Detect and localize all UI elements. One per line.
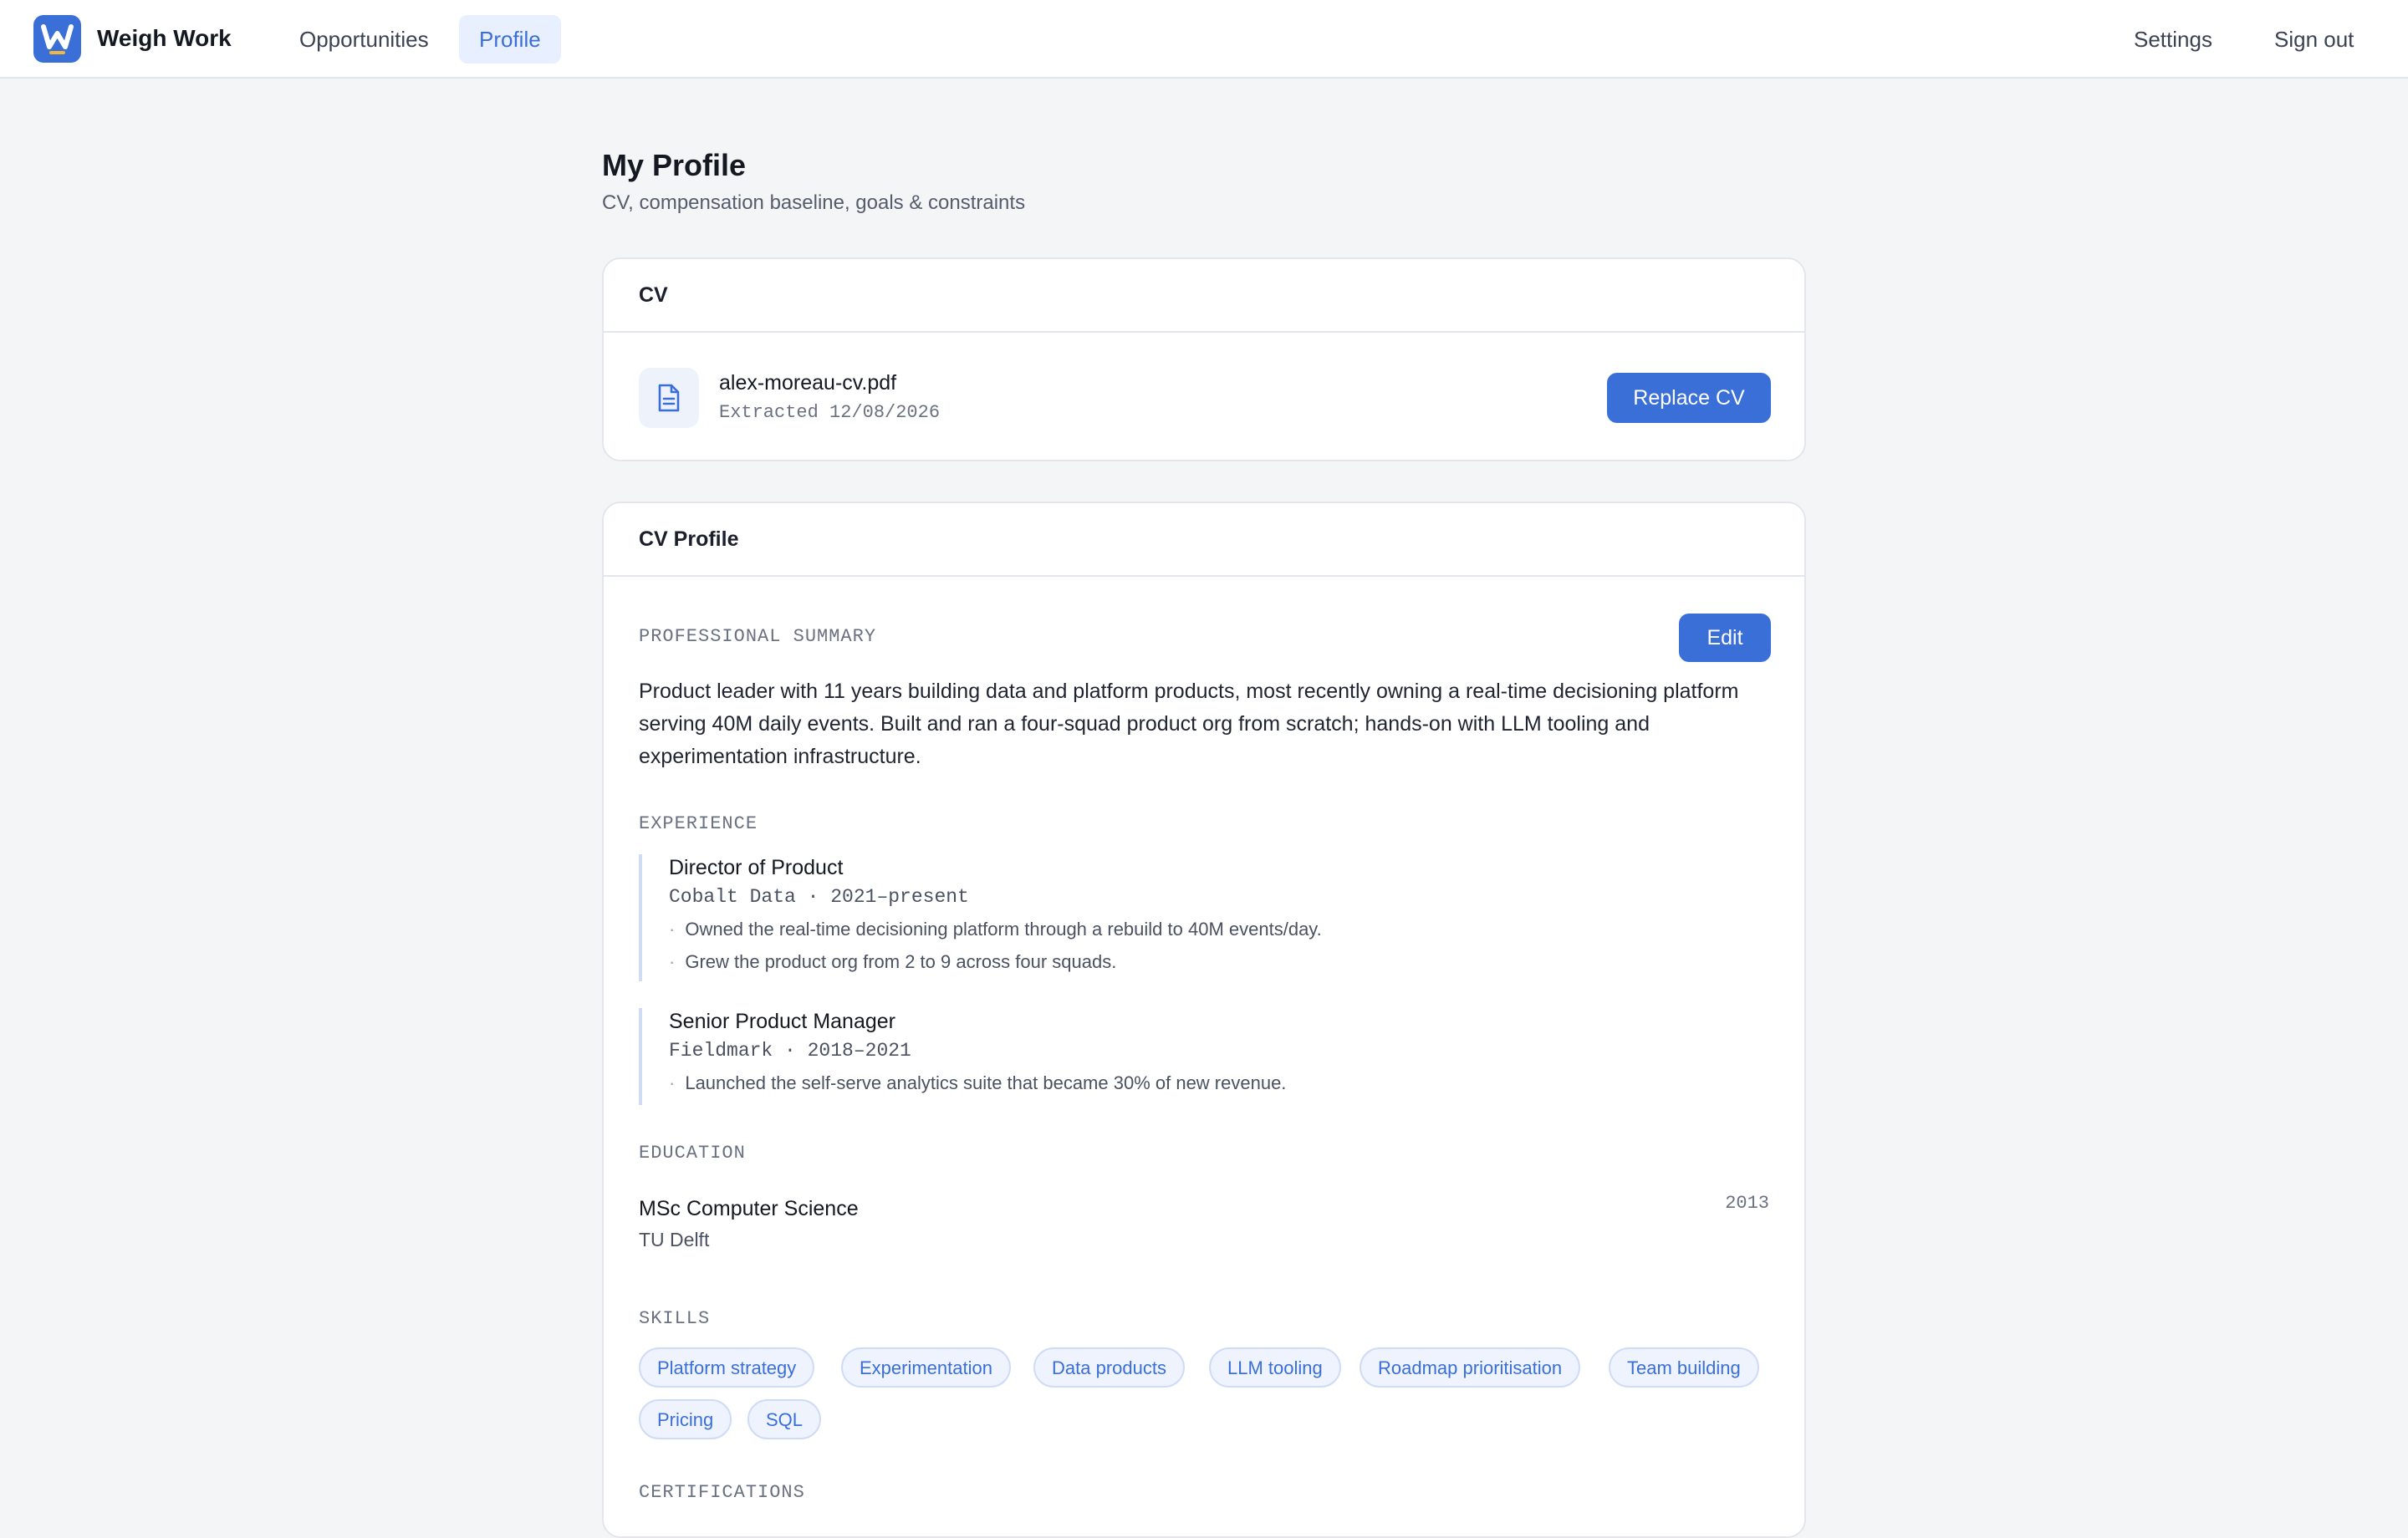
skill-chip[interactable]: LLM tooling: [1209, 1347, 1341, 1388]
skill-chip[interactable]: Experimentation: [841, 1347, 1011, 1388]
education-label: EDUCATION: [639, 1143, 746, 1164]
cv-card: CV alex-moreau-cv.pdf Extracted 12/08/20…: [602, 257, 1806, 461]
cv-card-title: CV: [604, 259, 1804, 333]
experience-company-dates: Cobalt Data · 2021–present: [669, 886, 969, 908]
experience-item: Director of Product Cobalt Data · 2021–p…: [639, 854, 1776, 981]
education-school: TU Delft: [639, 1229, 710, 1250]
experience-role: Senior Product Manager: [669, 1010, 895, 1033]
experience-label: EXPERIENCE: [639, 813, 758, 834]
cv-extracted-date: Extracted 12/08/2026: [719, 402, 941, 423]
cv-profile-card: CV Profile PROFESSIONAL SUMMARY Edit Pro…: [602, 502, 1806, 1538]
skill-chip[interactable]: Team building: [1609, 1347, 1759, 1388]
professional-summary-text: Product leader with 11 years building da…: [639, 680, 1739, 768]
skill-chip[interactable]: Roadmap prioritisation: [1360, 1347, 1581, 1388]
settings-link[interactable]: Settings: [2134, 15, 2212, 64]
brand-name[interactable]: Weigh Work: [97, 23, 232, 53]
cv-profile-title: CV Profile: [604, 503, 1804, 577]
skills-label: SKILLS: [639, 1308, 711, 1329]
experience-bullet: · Owned the real-time decisioning platfor…: [669, 919, 1322, 940]
replace-cv-button[interactable]: Replace CV: [1607, 373, 1771, 423]
nav-opportunities[interactable]: Opportunities: [279, 15, 449, 64]
cv-file-name: alex-moreau-cv.pdf: [719, 371, 897, 395]
experience-company-dates: Fieldmark · 2018–2021: [669, 1040, 911, 1062]
top-navigation-bar: Weigh Work Opportunities Profile Setting…: [0, 0, 2408, 79]
experience-item: Senior Product Manager Fieldmark · 2018–…: [639, 1008, 1776, 1105]
experience-bullet: · Launched the self-serve analytics suite…: [669, 1072, 1287, 1093]
edit-summary-button[interactable]: Edit: [1679, 614, 1771, 662]
education-year: 2013: [1725, 1193, 1769, 1214]
page-title: My Profile: [602, 148, 747, 182]
professional-summary-label: PROFESSIONAL SUMMARY: [639, 626, 877, 647]
skill-chip[interactable]: Pricing: [639, 1399, 732, 1439]
experience-role: Director of Product: [669, 856, 844, 879]
experience-bullet: · Grew the product org from 2 to 9 across…: [669, 951, 1117, 972]
logo-icon[interactable]: [33, 15, 81, 63]
sign-out-link[interactable]: Sign out: [2274, 15, 2354, 64]
skill-chip[interactable]: SQL: [747, 1399, 822, 1439]
skill-chip[interactable]: Platform strategy: [639, 1347, 815, 1388]
skill-chip[interactable]: Data products: [1033, 1347, 1185, 1388]
certifications-label: CERTIFICATIONS: [639, 1482, 805, 1503]
nav-profile[interactable]: Profile: [459, 15, 561, 64]
page-subtitle: CV, compensation baseline, goals & const…: [602, 191, 1026, 214]
education-degree: MSc Computer Science: [639, 1197, 859, 1220]
document-icon: [639, 368, 699, 428]
